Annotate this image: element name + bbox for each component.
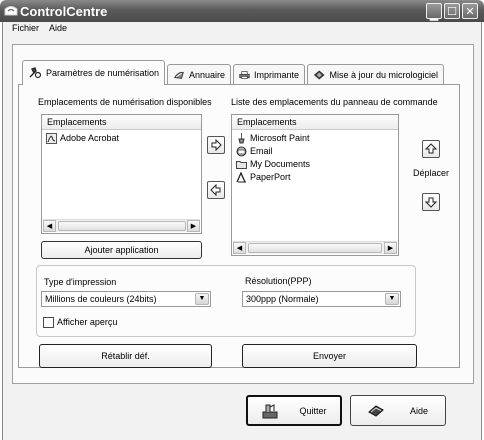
chevron-down-icon: ▼ [198, 295, 206, 302]
arrow-left-icon [210, 184, 221, 196]
scroll-right-icon: ▶ [387, 245, 394, 252]
list-item[interactable]: PaperPort [236, 171, 291, 183]
print-type-label: Type d'impression [44, 277, 117, 287]
printer-icon [239, 70, 250, 79]
scroll-thumb[interactable] [58, 221, 186, 231]
arrow-down-icon [425, 197, 437, 208]
menu-fichier[interactable]: Fichier [2, 22, 43, 36]
list-item[interactable]: Email [236, 145, 273, 157]
tab-address-book-label: Annuaire [188, 69, 225, 80]
tab-printer-label: Imprimante [253, 69, 299, 80]
quit-icon [262, 403, 278, 418]
show-preview-checkbox[interactable] [43, 317, 54, 328]
quit-button[interactable]: Quitter [246, 395, 342, 426]
panel-locations-list[interactable]: Emplacements Microsoft Paint Email My Do… [231, 114, 399, 256]
chevron-down-icon: ▼ [388, 295, 396, 302]
show-preview-label: Afficher aperçu [57, 317, 118, 327]
folder-icon [236, 160, 247, 169]
minimize-button[interactable]: ▁ [426, 3, 442, 21]
window-title: ControlCentre [20, 4, 108, 19]
help-label: Aide [409, 405, 428, 416]
paint-brush-icon [238, 132, 245, 143]
tab-scan-settings[interactable]: Paramètres de numérisation [22, 60, 165, 85]
scroll-left-icon: ◀ [46, 223, 53, 230]
list-item[interactable]: Adobe Acrobat [46, 132, 119, 144]
resolution-dropdown-button[interactable]: ▼ [385, 293, 399, 305]
move-right-button[interactable] [207, 136, 225, 154]
tab-printer[interactable]: Imprimante [233, 64, 305, 84]
tab-firmware-update-label: Mise à jour du micrologiciel [329, 69, 438, 80]
scroll-right-button[interactable]: ▶ [187, 220, 200, 232]
add-application-button[interactable]: Ajouter application [41, 241, 202, 259]
scroll-left-button[interactable]: ◀ [43, 220, 56, 232]
maximize-icon: ☐ [447, 5, 457, 18]
list-item[interactable]: Microsoft Paint [236, 132, 310, 144]
resolution-label: Résolution(PPP) [245, 276, 312, 286]
scroll-left-icon: ◀ [236, 245, 243, 252]
move-up-button[interactable] [422, 140, 440, 158]
adobe-acrobat-icon [46, 132, 57, 144]
available-list-hscrollbar[interactable]: ◀ ▶ [43, 219, 200, 232]
panel-list-hscrollbar[interactable]: ◀ ▶ [233, 241, 397, 254]
quit-label: Quitter [299, 405, 327, 416]
resolution-select[interactable]: 300ppp (Normale) ▼ [242, 291, 401, 307]
scroll-left-button[interactable]: ◀ [233, 242, 246, 254]
print-type-dropdown-button[interactable]: ▼ [195, 293, 209, 305]
scroll-right-icon: ▶ [190, 223, 197, 230]
tab-scan-settings-label: Paramètres de numérisation [45, 68, 159, 78]
address-book-icon [174, 71, 184, 79]
list-item[interactable]: My Documents [236, 158, 310, 170]
send-button[interactable]: Envoyer [242, 344, 417, 368]
arrow-up-icon [425, 143, 437, 154]
available-locations-header[interactable]: Emplacements [42, 115, 201, 130]
firmware-update-icon [313, 70, 325, 79]
arrow-right-icon [211, 139, 222, 151]
list-item-label: Adobe Acrobat [60, 133, 120, 143]
list-item-label: My Documents [250, 159, 311, 169]
move-left-button[interactable] [207, 181, 225, 199]
maximize-button[interactable]: ☐ [444, 3, 460, 19]
minimize-icon: ▁ [429, 8, 439, 21]
app-logo-icon [4, 6, 18, 16]
help-button[interactable]: Aide [350, 395, 446, 426]
move-label: Déplacer [413, 168, 450, 178]
print-type-value: Millions de couleurs (24bits) [45, 294, 157, 304]
available-locations-list[interactable]: Emplacements Adobe Acrobat ◀ ▶ [41, 114, 202, 234]
tab-address-book[interactable]: Annuaire [167, 64, 231, 84]
reset-defaults-button[interactable]: Rétablir déf. [39, 344, 212, 368]
panel-locations-header[interactable]: Emplacements [232, 115, 398, 130]
close-icon: ✕ [465, 5, 475, 18]
move-down-button[interactable] [422, 193, 440, 211]
email-icon [236, 146, 247, 156]
list-item-label: Microsoft Paint [250, 133, 310, 143]
close-button[interactable]: ✕ [462, 3, 478, 19]
panel-locations-label: Liste des emplacements du panneau de com… [231, 97, 438, 107]
menu-bar: Fichier Aide [2, 22, 71, 36]
help-book-icon [368, 404, 384, 417]
list-item-label: PaperPort [250, 172, 291, 182]
scanner-settings-icon [29, 67, 42, 79]
paperport-icon [236, 171, 246, 182]
scroll-right-button[interactable]: ▶ [384, 242, 397, 254]
print-type-select[interactable]: Millions de couleurs (24bits) ▼ [41, 291, 211, 307]
list-item-label: Email [250, 146, 273, 156]
available-locations-label: Emplacements de numérisation disponibles [38, 97, 212, 107]
scroll-thumb[interactable] [248, 243, 382, 253]
tab-firmware-update[interactable]: Mise à jour du micrologiciel [307, 64, 444, 84]
resolution-value: 300ppp (Normale) [246, 294, 319, 304]
menu-aide[interactable]: Aide [43, 22, 71, 36]
